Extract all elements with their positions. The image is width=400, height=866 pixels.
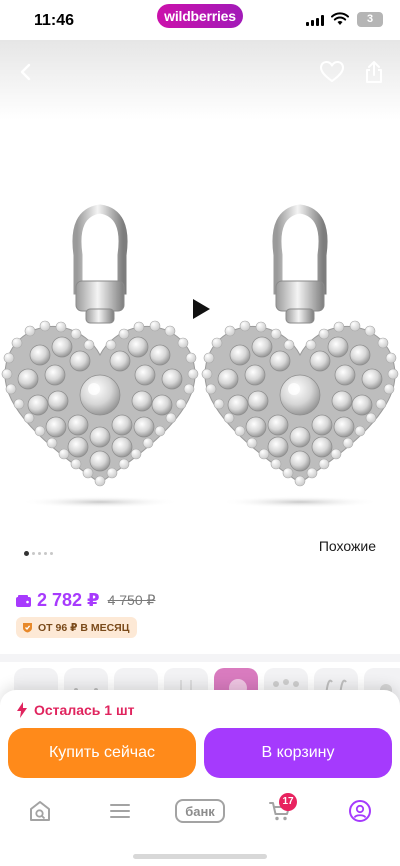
share-button[interactable] xyxy=(358,56,390,88)
purchase-sheet: Осталась 1 шт Купить сейчас В корзину xyxy=(0,690,400,866)
stock-row: Осталась 1 шт xyxy=(16,702,134,718)
price-row: 2 782 ₽ 4 750 ₽ xyxy=(16,590,155,611)
tab-home[interactable] xyxy=(24,798,56,824)
share-icon xyxy=(366,61,382,83)
lightning-icon xyxy=(17,702,27,718)
wifi-icon xyxy=(331,12,349,25)
installment-badge[interactable]: ОТ 96 ₽ В МЕСЯЦ xyxy=(16,617,138,638)
menu-icon xyxy=(110,804,130,818)
tab-catalog[interactable] xyxy=(104,798,136,824)
back-arrow-icon xyxy=(20,63,31,81)
similar-link[interactable]: Похожие xyxy=(319,538,376,554)
play-icon[interactable] xyxy=(190,298,212,320)
installment-icon xyxy=(23,623,32,633)
tab-bank[interactable]: банк xyxy=(175,799,225,823)
profile-icon xyxy=(349,800,371,822)
section-divider xyxy=(0,654,400,662)
home-indicator xyxy=(133,854,267,859)
tab-profile[interactable] xyxy=(344,798,376,824)
product-gallery[interactable] xyxy=(0,40,400,560)
status-bar: 11:46 wildberries 3 xyxy=(0,0,400,40)
gallery-pagination xyxy=(24,551,53,556)
wallet-icon xyxy=(16,594,31,607)
back-button[interactable] xyxy=(10,56,42,88)
home-search-icon xyxy=(30,801,50,821)
installment-text: ОТ 96 ₽ В МЕСЯЦ xyxy=(38,621,130,634)
add-to-cart-button[interactable]: В корзину xyxy=(204,728,392,778)
cellular-signal-icon xyxy=(306,15,324,26)
favorite-button[interactable] xyxy=(316,56,348,88)
heart-icon xyxy=(320,61,344,82)
battery-icon: 3 xyxy=(357,12,383,27)
cart-count-badge: 17 xyxy=(279,793,297,811)
current-price: 2 782 ₽ xyxy=(37,590,100,610)
buy-now-button[interactable]: Купить сейчас xyxy=(8,728,196,778)
tab-bar: банк xyxy=(0,790,400,830)
brand-pill[interactable]: wildberries xyxy=(157,4,243,28)
stock-text: Осталась 1 шт xyxy=(34,702,135,718)
old-price: 4 750 ₽ xyxy=(107,592,156,608)
status-time: 11:46 xyxy=(34,12,75,29)
